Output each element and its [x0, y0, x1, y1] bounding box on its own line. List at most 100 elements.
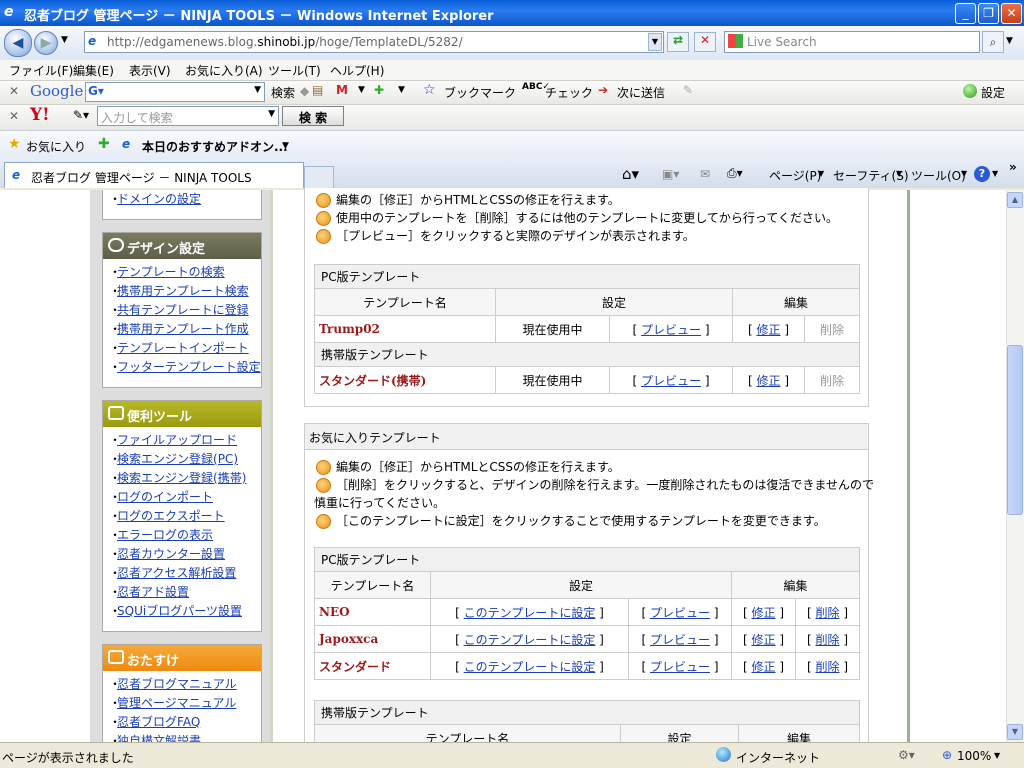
- sidebar-item-log-export[interactable]: ログのエクスポート: [117, 509, 225, 523]
- send-button[interactable]: 次に送信: [617, 84, 665, 101]
- sidebar-item-template-search[interactable]: テンプレートの検索: [117, 265, 225, 279]
- sidebar-item-search-engine-mobile[interactable]: 検索エンジン登録(携帯): [117, 471, 246, 485]
- zoom-dropdown-icon[interactable]: ▼: [994, 751, 1000, 760]
- fav-edit-link-3[interactable]: 修正: [751, 660, 775, 674]
- bookmark-button[interactable]: ブックマーク: [444, 84, 516, 101]
- settings-status-icon: [963, 84, 977, 98]
- scroll-down-icon[interactable]: ▼: [1007, 724, 1023, 740]
- addon-link[interactable]: 本日のおすすめアドオン...: [142, 138, 288, 155]
- fav-delete-link-2[interactable]: 削除: [815, 633, 839, 647]
- send-icon[interactable]: ➔: [598, 83, 608, 97]
- fav-set-link-1[interactable]: このテンプレートに設定: [464, 606, 596, 620]
- zoom-level[interactable]: 100%: [957, 749, 991, 763]
- search-icon[interactable]: ⌕: [982, 31, 1004, 53]
- google-search-button[interactable]: 検索: [271, 84, 295, 101]
- puzzle-icon[interactable]: ✚: [374, 83, 384, 97]
- yahoo-search-input[interactable]: 入力して検索 ▼: [97, 106, 279, 126]
- address-bar[interactable]: e http://edgamenews.blog.shinobi.jp/hoge…: [84, 31, 664, 53]
- sidebar-item-mobile-template-create[interactable]: 携帯用テンプレート作成: [117, 322, 249, 336]
- forward-button[interactable]: ▶: [34, 31, 58, 55]
- restore-button[interactable]: ❐: [978, 3, 999, 24]
- yahoo-search-dropdown-icon[interactable]: ▼: [268, 109, 275, 119]
- sidebar-item-ninja-analytics[interactable]: 忍者アクセス解析設置: [117, 566, 236, 580]
- print-icon[interactable]: ⎙▾: [727, 166, 743, 181]
- address-dropdown-icon[interactable]: ▼: [648, 33, 662, 51]
- fav-delete-link-1[interactable]: 削除: [815, 606, 839, 620]
- back-button[interactable]: ◀: [4, 29, 32, 57]
- used-mobile-edit-link[interactable]: 修正: [756, 374, 780, 388]
- yahoo-toolbar-close-icon[interactable]: ✕: [9, 109, 19, 123]
- fav-delete-link-3[interactable]: 削除: [815, 660, 839, 674]
- live-search-input[interactable]: Live Search: [724, 31, 980, 53]
- chevron-more-icon[interactable]: »: [1009, 160, 1017, 174]
- bookmark-star-icon[interactable]: ☆: [423, 82, 436, 98]
- check-button[interactable]: チェック: [545, 84, 593, 101]
- help-icon[interactable]: ?: [974, 166, 990, 182]
- history-dropdown-icon[interactable]: ▼: [61, 35, 68, 45]
- google-settings-button[interactable]: 設定: [981, 84, 1005, 101]
- sidebar-item-footer-template[interactable]: フッターテンプレート設定: [117, 360, 261, 374]
- menu-view[interactable]: 表示(V): [129, 62, 171, 79]
- addon-dropdown-icon[interactable]: ▼: [282, 141, 289, 151]
- fav-edit-link-1[interactable]: 修正: [751, 606, 775, 620]
- scrollbar-thumb[interactable]: [1007, 345, 1023, 515]
- sidebar-item-template-import[interactable]: テンプレートインポート: [117, 341, 249, 355]
- scroll-up-icon[interactable]: ▲: [1007, 192, 1023, 208]
- menu-help[interactable]: ヘルプ(H): [330, 62, 384, 79]
- news-icon[interactable]: ▤: [312, 83, 323, 97]
- google-search-dropdown-icon[interactable]: ▼: [254, 85, 261, 95]
- sidebar-item-file-upload[interactable]: ファイルアップロード: [117, 433, 237, 447]
- fav-preview-link-1[interactable]: プレビュー: [650, 606, 710, 620]
- home-icon[interactable]: ⌂▾: [622, 165, 639, 183]
- new-tab-button[interactable]: [304, 166, 334, 188]
- sidebar-item-log-import[interactable]: ログのインポート: [117, 490, 213, 504]
- sidebar-item-mobile-template-search[interactable]: 携帯用テンプレート検索: [117, 284, 249, 298]
- mail-icon[interactable]: ✉: [700, 167, 710, 181]
- used-pc-edit-link[interactable]: 修正: [756, 323, 780, 337]
- protected-mode-icon[interactable]: ⚙▾: [898, 748, 915, 762]
- gmail-icon[interactable]: M: [336, 83, 348, 97]
- pen-icon[interactable]: ✎▾: [73, 108, 89, 122]
- sidebar-item-shared-template-register[interactable]: 共有テンプレートに登録: [117, 303, 249, 317]
- menu-file[interactable]: ファイル(F): [9, 62, 73, 79]
- used-mobile-preview-link[interactable]: プレビュー: [641, 374, 701, 388]
- google-search-input[interactable]: G▾ ▼: [85, 82, 265, 102]
- info-bullet-icon: [316, 193, 331, 208]
- feeds-icon[interactable]: ▣▾: [662, 167, 679, 181]
- puzzle-dropdown-icon[interactable]: ▼: [398, 85, 405, 95]
- tools-menu[interactable]: ツール(O): [911, 167, 966, 184]
- search-options-icon[interactable]: ▼: [1006, 36, 1013, 46]
- sidebar-item-ninja-counter[interactable]: 忍者カウンター設置: [117, 547, 225, 561]
- fav-preview-link-2[interactable]: プレビュー: [650, 633, 710, 647]
- yahoo-search-button[interactable]: 検 索: [282, 106, 344, 126]
- fav-set-link-3[interactable]: このテンプレートに設定: [464, 660, 596, 674]
- fav-col-name: テンプレート名: [314, 571, 431, 599]
- fav-set-link-2[interactable]: このテンプレートに設定: [464, 633, 596, 647]
- browser-tab[interactable]: e 忍者ブログ 管理ページ － NINJA TOOLS: [4, 162, 304, 188]
- refresh-icon[interactable]: ⇄: [667, 32, 689, 52]
- favorites-star-icon[interactable]: ★: [8, 136, 21, 152]
- sidebar-item-domain[interactable]: ドメインの設定: [117, 192, 201, 206]
- sidebar-item-squi-parts[interactable]: SQUiブログパーツ設置: [117, 604, 242, 618]
- add-favorite-icon[interactable]: ✚: [98, 136, 110, 152]
- page-menu[interactable]: ページ(P): [769, 167, 821, 184]
- sidebar-item-ninja-ad[interactable]: 忍者アド設置: [117, 585, 189, 599]
- favorites-button[interactable]: お気に入り: [26, 138, 86, 155]
- google-toolbar-close-icon[interactable]: ✕: [9, 84, 19, 98]
- close-button[interactable]: ✕: [1001, 3, 1022, 24]
- fav-preview-link-3[interactable]: プレビュー: [650, 660, 710, 674]
- menu-edit[interactable]: 編集(E): [73, 62, 114, 79]
- used-pc-preview-link[interactable]: プレビュー: [641, 323, 701, 337]
- menu-tools[interactable]: ツール(T): [268, 62, 321, 79]
- gmail-dropdown-icon[interactable]: ▼: [358, 85, 365, 95]
- sidebar-item-admin-manual[interactable]: 管理ページマニュアル: [117, 696, 236, 710]
- sidebar-item-error-log[interactable]: エラーログの表示: [117, 528, 213, 542]
- sidebar-item-blog-manual[interactable]: 忍者ブログマニュアル: [117, 677, 237, 691]
- menu-favorites[interactable]: お気に入り(A): [185, 62, 263, 79]
- sidebar-item-search-engine-pc[interactable]: 検索エンジン登録(PC): [117, 452, 238, 466]
- help-arrow-icon[interactable]: ▼: [992, 169, 998, 178]
- sidebar-item-blog-faq[interactable]: 忍者ブログFAQ: [117, 715, 200, 729]
- minimize-button[interactable]: _: [955, 3, 976, 24]
- fav-edit-link-2[interactable]: 修正: [751, 633, 775, 647]
- stop-icon[interactable]: ✕: [694, 32, 716, 52]
